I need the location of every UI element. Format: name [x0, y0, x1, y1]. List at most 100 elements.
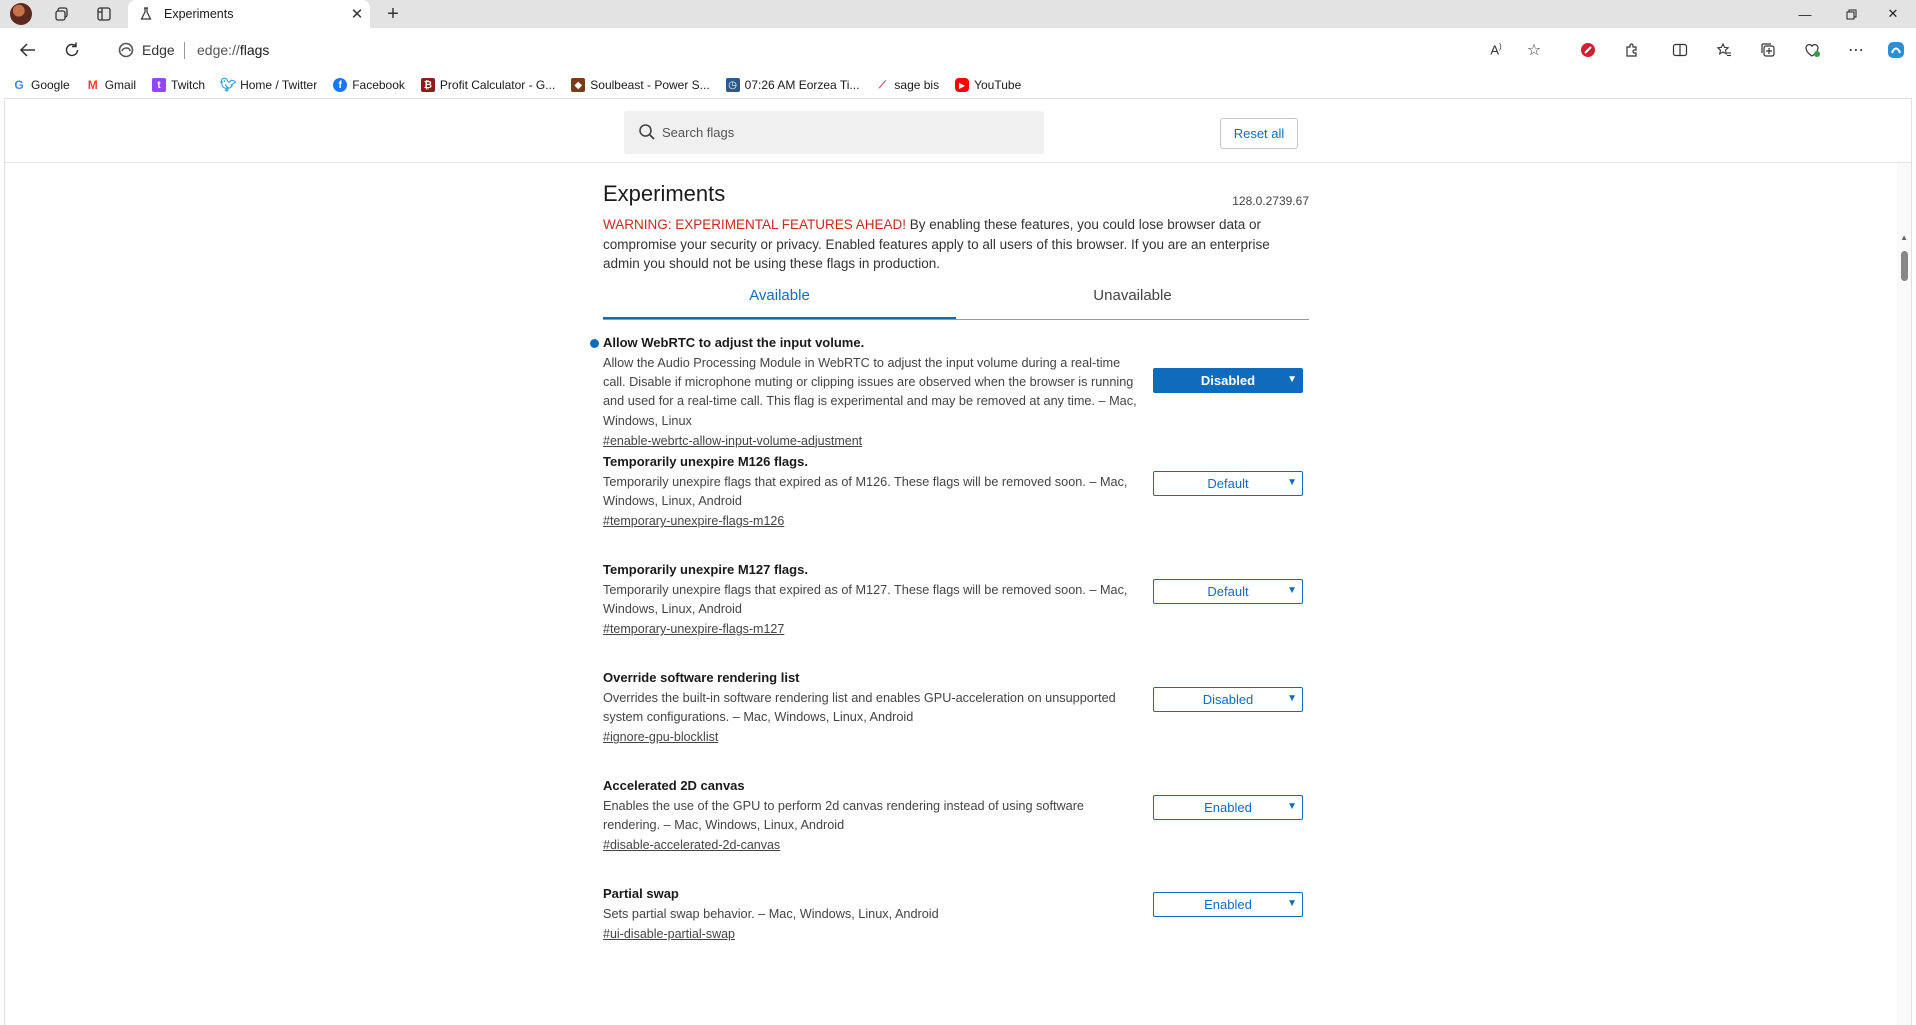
back-icon[interactable]: [16, 38, 40, 62]
favorite-youtube[interactable]: ▶ YouTube: [955, 78, 1021, 92]
experiment-select[interactable]: Enabled ▼: [1153, 892, 1303, 917]
reset-all-button[interactable]: Reset all: [1220, 118, 1298, 149]
google-icon: G: [12, 78, 26, 92]
experiment-select[interactable]: Default ▼: [1153, 471, 1303, 496]
address-bar[interactable]: Edge edge://flags: [104, 33, 1540, 67]
vertical-tabs-icon[interactable]: [94, 4, 114, 24]
modified-indicator: [590, 339, 599, 348]
collections-icon[interactable]: [1756, 38, 1780, 62]
facebook-icon: f: [333, 78, 348, 92]
experiment-item: Allow WebRTC to adjust the input volume.…: [590, 335, 1309, 450]
site-label: Edge: [142, 42, 175, 58]
search-input[interactable]: [662, 111, 1032, 154]
twitter-icon: 🐦︎: [219, 77, 237, 92]
tab-unavailable[interactable]: Unavailable: [956, 282, 1309, 319]
flask-icon: [138, 6, 154, 22]
experiment-description: Temporarily unexpire flags that expired …: [603, 583, 1128, 617]
experiment-name: Allow WebRTC to adjust the input volume.: [603, 335, 865, 350]
availability-tabs: Available Unavailable: [603, 282, 1309, 320]
tab-experiments[interactable]: Experiments ✕: [128, 0, 370, 28]
chevron-down-icon: ▼: [1287, 585, 1297, 596]
copilot-icon[interactable]: [1884, 38, 1908, 62]
twitch-icon: t: [152, 78, 167, 92]
page-title: Experiments: [603, 181, 726, 206]
version-label: 128.0.2739.67: [1232, 194, 1309, 208]
chevron-down-icon: ▼: [1287, 898, 1297, 909]
address-separator: [184, 42, 185, 59]
sage-bis-icon: ⟋: [875, 78, 890, 92]
favorite-soulbeast[interactable]: ◆ Soulbeast - Power S...: [571, 78, 710, 92]
experiment-select[interactable]: Default ▼: [1153, 579, 1303, 604]
favorite-twitch[interactable]: t Twitch: [152, 78, 205, 92]
favorite-twitter[interactable]: 🐦︎ Home / Twitter: [219, 77, 317, 92]
adblock-extension-icon[interactable]: [1576, 38, 1600, 62]
address-bar-row: Edge edge://flags A) ☆ ⋯: [0, 28, 1916, 72]
experiment-permalink[interactable]: #temporary-unexpire-flags-m126: [603, 513, 1309, 530]
favorite-google[interactable]: G Google: [12, 78, 70, 92]
profit-calculator-icon: ₿: [420, 78, 435, 92]
experiment-item: Temporarily unexpire M127 flags. Tempora…: [603, 562, 1309, 638]
experiment-description: Sets partial swap behavior. – Mac, Windo…: [603, 907, 939, 921]
experiment-item: Temporarily unexpire M126 flags. Tempora…: [603, 454, 1309, 530]
experiment-permalink[interactable]: #temporary-unexpire-flags-m127: [603, 621, 1309, 638]
split-screen-icon[interactable]: [1668, 38, 1692, 62]
close-window-icon[interactable]: ✕: [1870, 0, 1916, 28]
edge-icon: [118, 42, 134, 58]
experiment-select[interactable]: Enabled ▼: [1153, 795, 1303, 820]
tab-available[interactable]: Available: [603, 282, 956, 319]
experiment-description: Temporarily unexpire flags that expired …: [603, 475, 1128, 509]
favorites-icon[interactable]: [1712, 38, 1736, 62]
chevron-down-icon: ▼: [1287, 693, 1297, 704]
experiment-permalink[interactable]: #disable-accelerated-2d-canvas: [603, 837, 1309, 854]
experiment-permalink[interactable]: #ui-disable-partial-swap: [603, 926, 1309, 943]
experiment-item: Partial swap Sets partial swap behavior.…: [603, 886, 1309, 943]
experiment-select[interactable]: Disabled ▼: [1153, 368, 1303, 393]
experiment-name: Temporarily unexpire M127 flags.: [603, 562, 808, 577]
chevron-down-icon: ▼: [1287, 374, 1297, 385]
close-tab-icon[interactable]: ✕: [344, 5, 370, 23]
warning-text: WARNING: EXPERIMENTAL FEATURES AHEAD! By…: [603, 217, 1270, 271]
experiment-name: Override software rendering list: [603, 670, 800, 685]
favorite-profit-calculator[interactable]: ₿ Profit Calculator - G...: [420, 78, 555, 92]
read-aloud-icon[interactable]: A): [1484, 38, 1508, 62]
favorite-star-icon[interactable]: ☆: [1522, 38, 1546, 62]
eorzea-time-icon: ◷: [725, 78, 740, 92]
experiment-name: Temporarily unexpire M126 flags.: [603, 454, 808, 469]
experiment-select[interactable]: Disabled ▼: [1153, 687, 1303, 712]
favorite-eorzea-time[interactable]: ◷ 07:26 AM Eorzea Ti...: [725, 78, 859, 92]
refresh-icon[interactable]: [60, 38, 84, 62]
favorite-gmail[interactable]: M Gmail: [85, 78, 136, 92]
youtube-icon: ▶: [955, 78, 970, 92]
search-box[interactable]: [624, 111, 1044, 154]
favorites-bar: G Google M Gmail t Twitch 🐦︎ Home / Twitter …: [0, 72, 1916, 98]
experiment-permalink[interactable]: #enable-webrtc-allow-input-volume-adjust…: [603, 433, 1309, 450]
url-text[interactable]: edge://flags: [197, 42, 269, 58]
extensions-icon[interactable]: [1620, 38, 1644, 62]
profile-avatar[interactable]: [10, 3, 32, 25]
chevron-down-icon: ▼: [1287, 477, 1297, 488]
workspaces-icon[interactable]: [52, 4, 72, 24]
experiment-item: Accelerated 2D canvas Enables the use of…: [603, 778, 1309, 854]
browser-essentials-icon[interactable]: [1800, 38, 1824, 62]
favorite-sage-bis[interactable]: ⟋ sage bis: [875, 78, 939, 92]
settings-more-icon[interactable]: ⋯: [1844, 38, 1868, 62]
experiment-description: Enables the use of the GPU to perform 2d…: [603, 799, 1084, 833]
scrollbar-thumb[interactable]: [1901, 251, 1908, 281]
new-tab-icon[interactable]: +: [382, 3, 404, 25]
experiment-description: Allow the Audio Processing Module in Web…: [603, 356, 1137, 428]
experiment-name: Accelerated 2D canvas: [603, 778, 745, 793]
experiment-description: Overrides the built-in software renderin…: [603, 691, 1116, 725]
chevron-down-icon: ▼: [1287, 801, 1297, 812]
scroll-up-icon[interactable]: ▲: [1900, 233, 1908, 242]
favorite-facebook[interactable]: f Facebook: [333, 78, 405, 92]
soulbeast-icon: ◆: [571, 78, 586, 92]
gmail-icon: M: [85, 78, 100, 92]
scrollbar[interactable]: ▲: [1897, 163, 1911, 1025]
restore-icon[interactable]: [1828, 0, 1874, 28]
title-bar: Experiments ✕ + — ✕: [0, 0, 1916, 28]
experiment-permalink[interactable]: #ignore-gpu-blocklist: [603, 729, 1309, 746]
minimize-icon[interactable]: —: [1782, 0, 1828, 28]
experiment-item: Override software rendering list Overrid…: [603, 670, 1309, 746]
tab-title: Experiments: [164, 7, 234, 21]
flags-header: Reset all: [5, 99, 1911, 163]
